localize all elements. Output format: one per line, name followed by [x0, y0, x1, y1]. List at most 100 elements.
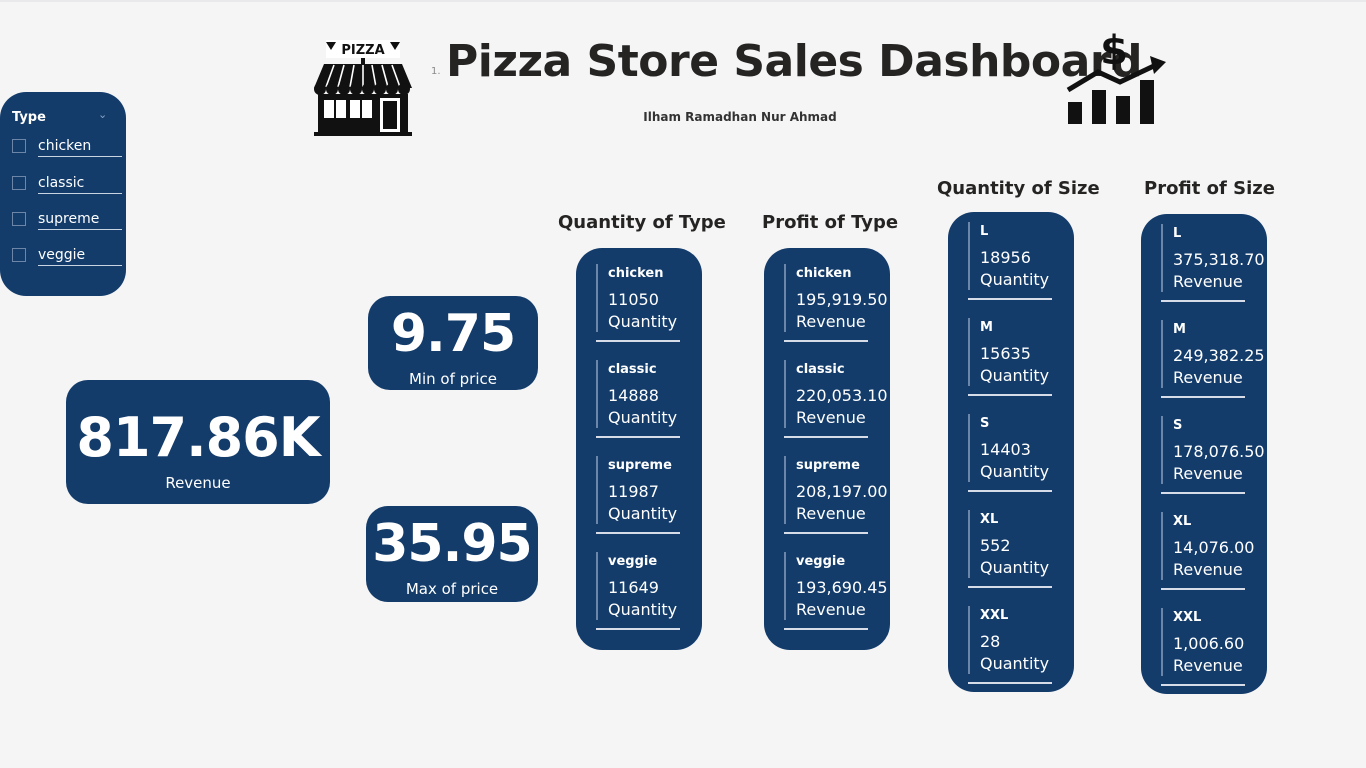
row-category: veggie [608, 554, 658, 569]
row-value: 14888 [608, 386, 659, 405]
slicer-item-chicken[interactable]: chicken [12, 138, 122, 160]
row-category: XL [980, 512, 999, 527]
pizza-store-icon: PIZZA [314, 40, 412, 136]
card-row: supreme 11987 Quantity [596, 456, 680, 534]
row-value: 249,382.25 [1173, 346, 1265, 365]
title-number: 1. [431, 66, 441, 77]
checkbox-icon[interactable] [12, 176, 26, 190]
row-category: XXL [1173, 610, 1202, 625]
row-label: Quantity [608, 408, 678, 427]
quantity-of-type-title: Quantity of Type [558, 212, 726, 233]
row-value: 28 [980, 632, 1001, 651]
card-row: L 18956 Quantity [968, 222, 1052, 300]
card-row: classic 220,053.10 Revenue [784, 360, 888, 438]
max-price-value: 35.95 [372, 514, 532, 574]
card-row: veggie 11649 Quantity [596, 552, 680, 630]
card-row: S 14403 Quantity [968, 414, 1052, 492]
max-price-label: Max of price [405, 580, 499, 598]
row-value: 375,318.70 [1173, 250, 1265, 269]
row-value: 178,076.50 [1173, 442, 1265, 461]
checkbox-icon[interactable] [12, 248, 26, 262]
row-label: Revenue [1173, 272, 1243, 291]
row-value: 193,690.45 [796, 578, 888, 597]
row-label: Quantity [980, 366, 1050, 385]
row-value: 11649 [608, 578, 659, 597]
row-category: chicken [608, 266, 664, 281]
slicer-item-label: chicken [38, 138, 122, 157]
row-value: 14403 [980, 440, 1031, 459]
row-label: Revenue [1173, 560, 1243, 579]
type-slicer[interactable]: Type ⌄ chicken classic supreme veggie [0, 92, 126, 296]
revenue-value: 817.86K [76, 406, 320, 469]
card-row: veggie 193,690.45 Revenue [784, 552, 888, 630]
revenue-label: Revenue [165, 474, 231, 492]
row-label: Revenue [796, 408, 866, 427]
row-label: Revenue [1173, 368, 1243, 387]
top-border [0, 0, 1366, 2]
card-row: M 15635 Quantity [968, 318, 1052, 396]
row-value: 220,053.10 [796, 386, 888, 405]
slicer-item-label: supreme [38, 211, 122, 230]
row-category: L [1173, 226, 1182, 241]
row-value: 195,919.50 [796, 290, 888, 309]
row-category: XXL [980, 608, 1009, 623]
slicer-item-classic[interactable]: classic [12, 175, 122, 197]
slicer-item-supreme[interactable]: supreme [12, 211, 122, 233]
checkbox-icon[interactable] [12, 139, 26, 153]
author-name: Ilham Ramadhan Nur Ahmad [643, 110, 837, 124]
min-price-card: 9.75 Min of price [368, 296, 538, 390]
revenue-growth-chart-icon: $ [1066, 28, 1166, 124]
chevron-down-icon[interactable]: ⌄ [98, 108, 107, 121]
row-label: Quantity [608, 312, 678, 331]
dollar-sign: $ [1100, 28, 1128, 74]
quantity-of-type-card: chicken 11050 Quantity classic 14888 Quantity… [576, 248, 702, 650]
page-title: Pizza Store Sales Dashboard [446, 36, 1143, 87]
row-label: Quantity [980, 270, 1050, 289]
revenue-card: 817.86K Revenue [66, 380, 330, 504]
row-category: classic [608, 362, 657, 377]
card-row: classic 14888 Quantity [596, 360, 680, 438]
row-category: S [980, 416, 990, 431]
row-value: 15635 [980, 344, 1031, 363]
card-row: XL 14,076.00 Revenue [1161, 512, 1254, 590]
row-value: 11050 [608, 290, 659, 309]
row-value: 552 [980, 536, 1011, 555]
row-label: Revenue [1173, 656, 1243, 675]
card-row: L 375,318.70 Revenue [1161, 224, 1265, 302]
row-value: 18956 [980, 248, 1031, 267]
quantity-of-size-title: Quantity of Size [937, 178, 1100, 199]
row-value: 1,006.60 [1173, 634, 1245, 653]
row-label: Quantity [608, 600, 678, 619]
quantity-of-size-card: L 18956 Quantity M 15635 Quantity S 14403 Quanti… [948, 212, 1074, 692]
min-price-value: 9.75 [390, 304, 516, 364]
row-value: 11987 [608, 482, 659, 501]
max-price-card: 35.95 Max of price [366, 506, 538, 602]
row-label: Quantity [980, 558, 1050, 577]
store-sign-text: PIZZA [341, 43, 384, 58]
slicer-item-veggie[interactable]: veggie [12, 247, 122, 269]
row-category: S [1173, 418, 1183, 433]
row-value: 14,076.00 [1173, 538, 1255, 557]
card-row: XXL 1,006.60 Revenue [1161, 608, 1245, 686]
row-category: L [980, 224, 989, 239]
profit-of-size-card: L 375,318.70 Revenue M 249,382.25 Revenue S 178… [1141, 214, 1267, 694]
card-row: supreme 208,197.00 Revenue [784, 456, 888, 534]
row-category: supreme [608, 458, 672, 473]
row-label: Revenue [796, 600, 866, 619]
row-category: chicken [796, 266, 852, 281]
checkbox-icon[interactable] [12, 212, 26, 226]
card-row: chicken 11050 Quantity [596, 264, 680, 342]
row-category: classic [796, 362, 845, 377]
row-label: Revenue [1173, 464, 1243, 483]
row-category: supreme [796, 458, 860, 473]
profit-of-type-card: chicken 195,919.50 Revenue classic 220,053.1… [764, 248, 890, 650]
row-label: Quantity [608, 504, 678, 523]
profit-of-size-title: Profit of Size [1144, 178, 1275, 199]
slicer-item-label: classic [38, 175, 122, 194]
row-label: Quantity [980, 654, 1050, 673]
min-price-label: Min of price [409, 370, 497, 388]
row-value: 208,197.00 [796, 482, 888, 501]
card-row: M 249,382.25 Revenue [1161, 320, 1265, 398]
profit-of-type-title: Profit of Type [762, 212, 899, 233]
slicer-item-label: veggie [38, 247, 122, 266]
